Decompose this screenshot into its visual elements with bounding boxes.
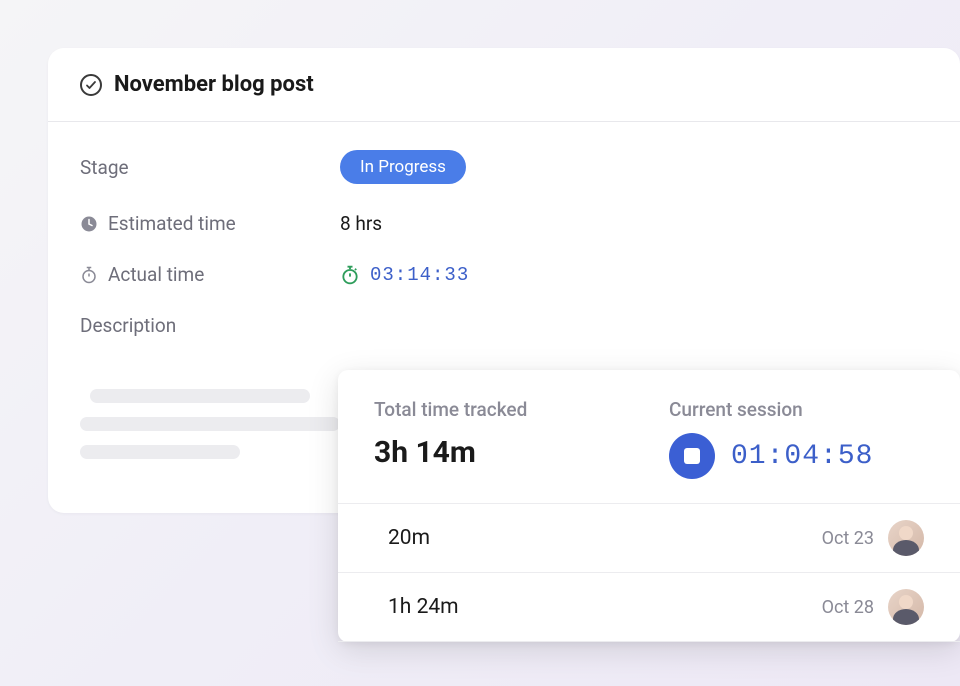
time-log-row[interactable]: 1h 24m Oct 28: [338, 573, 960, 642]
stopwatch-active-icon: [340, 265, 360, 285]
session-controls: 01:04:58: [669, 433, 924, 479]
skeleton-line: [80, 417, 340, 431]
actual-time-label: Actual time: [80, 263, 340, 286]
log-meta: Oct 23: [822, 520, 924, 556]
card-header: November blog post: [48, 48, 960, 122]
log-meta: Oct 28: [822, 589, 924, 625]
estimated-time-label: Estimated time: [80, 212, 340, 235]
stage-badge[interactable]: In Progress: [340, 150, 466, 184]
current-session-block: Current session 01:04:58: [669, 398, 924, 479]
skeleton-line: [90, 389, 310, 403]
current-session-label: Current session: [669, 398, 924, 421]
skeleton-line: [80, 445, 240, 459]
task-title: November blog post: [114, 72, 314, 97]
complete-checkbox-icon[interactable]: [80, 74, 102, 96]
time-tracker-popover: Total time tracked 3h 14m Current sessio…: [338, 370, 960, 642]
popover-summary: Total time tracked 3h 14m Current sessio…: [338, 370, 960, 503]
stop-icon: [684, 448, 700, 464]
actual-time-row: Actual time 03:14:33: [80, 263, 928, 286]
total-tracked-label: Total time tracked: [374, 398, 629, 421]
total-tracked-value: 3h 14m: [374, 435, 629, 470]
stage-row: Stage In Progress: [80, 150, 928, 184]
stage-label: Stage: [80, 156, 340, 179]
user-avatar[interactable]: [888, 520, 924, 556]
actual-time-value[interactable]: 03:14:33: [340, 264, 469, 286]
time-log-list: 20m Oct 23 1h 24m Oct 28: [338, 503, 960, 642]
stop-timer-button[interactable]: [669, 433, 715, 479]
clock-icon: [80, 215, 98, 233]
log-date: Oct 28: [822, 597, 874, 618]
log-date: Oct 23: [822, 528, 874, 549]
total-tracked-block: Total time tracked 3h 14m: [374, 398, 629, 479]
time-log-row[interactable]: 20m Oct 23: [338, 504, 960, 573]
log-duration: 20m: [374, 526, 430, 550]
stage-value[interactable]: In Progress: [340, 150, 466, 184]
user-avatar[interactable]: [888, 589, 924, 625]
description-label: Description: [80, 314, 340, 337]
log-duration: 1h 24m: [374, 595, 459, 619]
stopwatch-icon: [80, 266, 98, 284]
estimated-time-row: Estimated time 8 hrs: [80, 212, 928, 235]
current-session-value: 01:04:58: [731, 441, 873, 472]
estimated-time-value: 8 hrs: [340, 212, 382, 235]
